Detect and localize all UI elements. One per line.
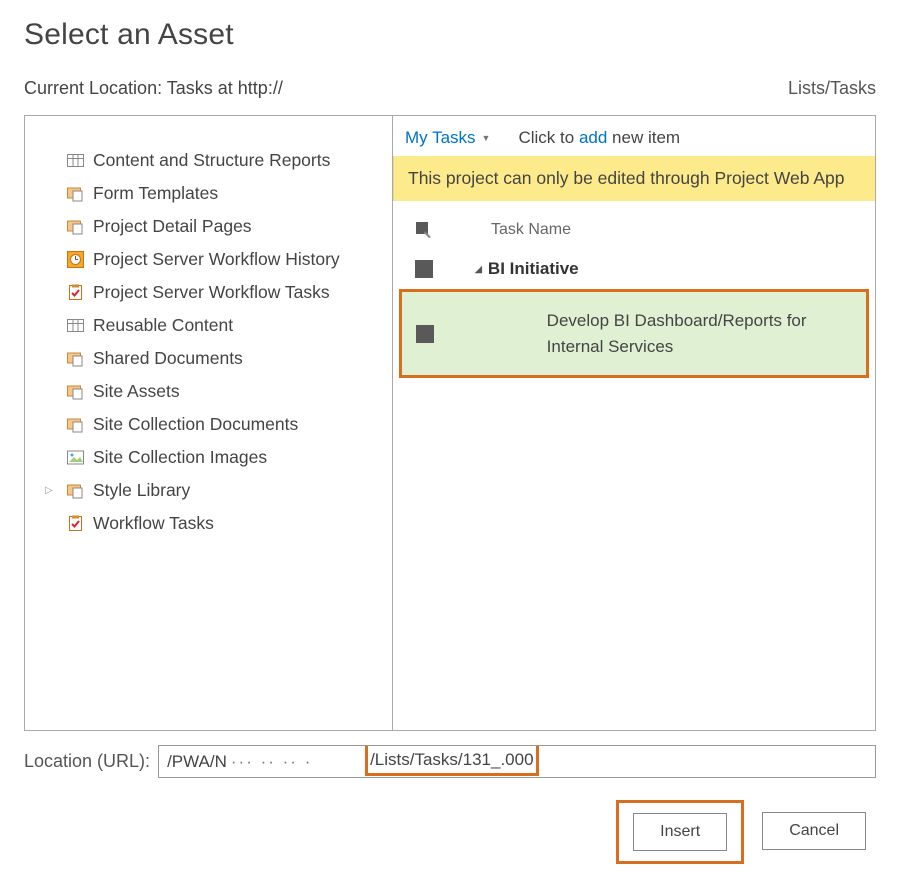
task-row-selected[interactable]: Develop BI Dashboard/Reports for Interna… [399, 289, 869, 378]
current-location-label: Current Location: [24, 78, 162, 98]
tree-item-reusable-content[interactable]: Reusable Content [65, 309, 380, 342]
tree-item-workflow-tasks-server[interactable]: Project Server Workflow Tasks [65, 276, 380, 309]
tree-item-workflow-tasks[interactable]: Workflow Tasks [65, 507, 380, 540]
tree-item-workflow-history[interactable]: Project Server Workflow History [65, 243, 380, 276]
edit-warning-banner: This project can only be edited through … [393, 156, 875, 201]
dialog-title: Select an Asset [24, 18, 876, 52]
location-url-label: Location (URL): [24, 751, 150, 772]
tree-item-site-collection-images[interactable]: Site Collection Images [65, 441, 380, 474]
chevron-down-icon: ▼ [482, 133, 491, 143]
square-icon [415, 260, 433, 278]
tree-item-form-templates[interactable]: Form Templates [65, 177, 380, 210]
tree-item-label: Project Detail Pages [93, 216, 252, 237]
folder-doc-icon [67, 383, 84, 400]
insert-button-highlight: Insert [616, 800, 744, 864]
folder-doc-icon [67, 416, 84, 433]
current-location-suffix: Lists/Tasks [788, 78, 876, 99]
view-selector-my-tasks[interactable]: My Tasks ▼ [405, 128, 490, 148]
edit-column-icon [415, 221, 433, 239]
add-item-prefix: Click to [518, 128, 574, 147]
tree-item-label: Workflow Tasks [93, 513, 214, 534]
tree-item-site-collection-documents[interactable]: Site Collection Documents [65, 408, 380, 441]
task-name-header: Task Name [491, 221, 571, 239]
tree-item-label: Site Assets [93, 381, 180, 402]
cancel-button[interactable]: Cancel [762, 812, 866, 850]
current-location-value: Tasks at http:// [167, 78, 283, 98]
tree-item-shared-documents[interactable]: Shared Documents [65, 342, 380, 375]
grid-icon [67, 152, 84, 169]
tree-item-content-structure-reports[interactable]: Content and Structure Reports [65, 144, 380, 177]
tree-item-label: Project Server Workflow History [93, 249, 340, 270]
picture-icon [67, 449, 84, 466]
task-name: Develop BI Dashboard/Reports for Interna… [461, 308, 848, 359]
tree-item-label: Style Library [93, 480, 190, 501]
tree-item-label: Form Templates [93, 183, 218, 204]
tree-item-style-library[interactable]: ▷ Style Library [65, 474, 380, 507]
task-table-header: Task Name [393, 213, 875, 249]
grid-icon [67, 317, 84, 334]
clipboard-check-icon [67, 284, 84, 301]
square-icon [416, 325, 434, 343]
clipboard-check-icon [67, 515, 84, 532]
tree-item-label: Project Server Workflow Tasks [93, 282, 330, 303]
tree-item-label: Site Collection Images [93, 447, 267, 468]
task-name: BI Initiative [488, 259, 579, 279]
insert-button[interactable]: Insert [633, 813, 727, 851]
task-row-bi-initiative[interactable]: ◢ BI Initiative [393, 249, 875, 289]
view-selector-label: My Tasks [405, 128, 476, 148]
current-location-line: Current Location: Tasks at http:// Lists… [24, 78, 876, 99]
add-item-suffix: new item [612, 128, 680, 147]
url-obscured: ··· ·· ·· · [231, 752, 312, 772]
url-segment-highlight: /Lists/Tasks/131_.000 [365, 745, 538, 776]
add-item-hint: Click to add new item [518, 128, 680, 148]
tree-item-project-detail-pages[interactable]: Project Detail Pages [65, 210, 380, 243]
tree-item-label: Shared Documents [93, 348, 243, 369]
library-tree: Content and Structure Reports Form Templ… [25, 116, 393, 730]
location-url-input[interactable]: /PWA/N ··· ·· ·· · pad /Lists/Tasks/131_… [158, 745, 876, 778]
tree-item-site-assets[interactable]: Site Assets [65, 375, 380, 408]
folder-doc-icon [67, 185, 84, 202]
folder-doc-icon [67, 350, 84, 367]
tree-item-label: Site Collection Documents [93, 414, 298, 435]
clock-icon [67, 251, 84, 268]
folder-doc-icon [67, 482, 84, 499]
expand-icon[interactable]: ▷ [45, 485, 53, 496]
add-item-link[interactable]: add [579, 128, 607, 147]
collapse-icon[interactable]: ◢ [475, 264, 482, 275]
tree-item-label: Reusable Content [93, 315, 233, 336]
url-segment-1: /PWA/N [167, 752, 227, 772]
tree-item-label: Content and Structure Reports [93, 150, 330, 171]
folder-doc-icon [67, 218, 84, 235]
tasks-pane: My Tasks ▼ Click to add new item This pr… [393, 116, 875, 730]
